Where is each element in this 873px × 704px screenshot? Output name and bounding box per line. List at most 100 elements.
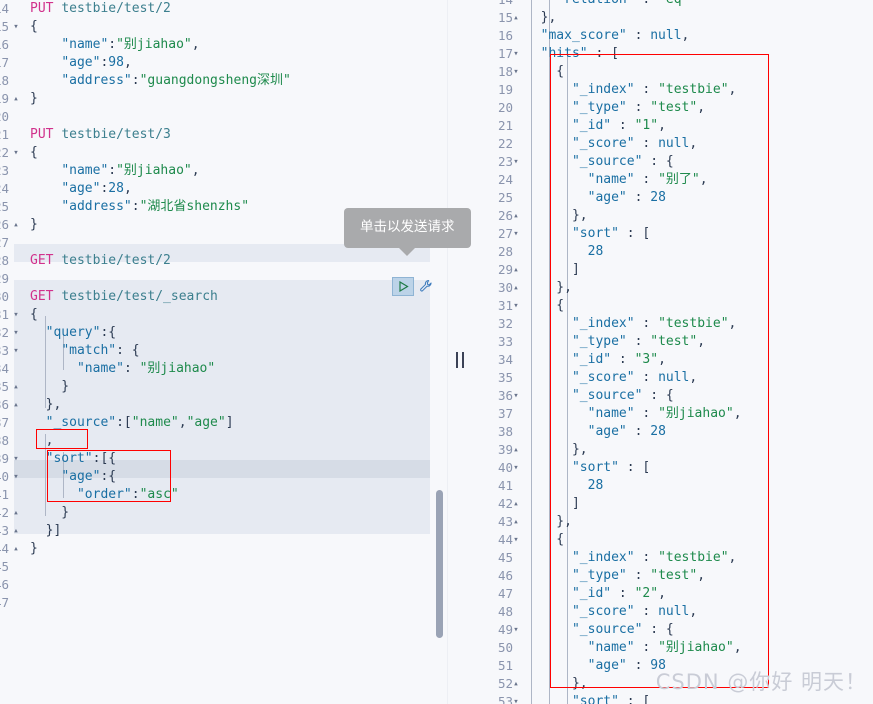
fold-toggle[interactable]: ▾	[10, 342, 22, 360]
send-request-button[interactable]	[392, 277, 414, 296]
fold-toggle[interactable]	[510, 135, 522, 153]
fold-toggle[interactable]	[10, 288, 22, 306]
fold-toggle[interactable]: ▴	[510, 207, 522, 225]
fold-column-left[interactable]: ▾ ▴ ▾ ▴ ▾ ▾ ▾ ▴ ▴ ▾ ▾ ▴ ▴ ▴	[10, 0, 22, 704]
request-actions[interactable]	[392, 277, 435, 296]
fold-toggle[interactable]	[510, 99, 522, 117]
fold-toggle[interactable]	[10, 558, 22, 576]
fold-toggle[interactable]: ▴	[510, 495, 522, 513]
request-code[interactable]: PUT testbie/test/2 { "name":"别jiahao", "a…	[30, 0, 447, 704]
fold-toggle[interactable]	[510, 333, 522, 351]
fold-toggle[interactable]: ▾	[10, 18, 22, 36]
request-editor-pane[interactable]: 1415161718192021222324252627282930313233…	[0, 0, 448, 704]
fold-toggle[interactable]	[10, 180, 22, 198]
fold-toggle[interactable]	[510, 423, 522, 441]
code-line: "sort" : [	[571, 694, 651, 704]
fold-toggle[interactable]	[510, 81, 522, 99]
fold-toggle[interactable]	[10, 234, 22, 252]
fold-toggle[interactable]: ▾	[510, 153, 522, 171]
code-line: GET testbie/test/2	[30, 253, 171, 268]
fold-toggle[interactable]: ▴	[510, 441, 522, 459]
code-line: "_source" : {	[571, 154, 674, 169]
fold-toggle[interactable]: ▴	[510, 9, 522, 27]
code-line: {	[525, 298, 565, 313]
fold-toggle[interactable]	[510, 171, 522, 189]
fold-toggle[interactable]	[510, 585, 522, 603]
fold-toggle[interactable]	[510, 405, 522, 423]
fold-toggle[interactable]: ▾	[510, 225, 522, 243]
fold-toggle[interactable]: ▾	[510, 63, 522, 81]
fold-toggle[interactable]: ▾	[510, 531, 522, 549]
fold-toggle[interactable]	[510, 315, 522, 333]
fold-toggle[interactable]	[10, 486, 22, 504]
fold-column-right[interactable]: ▴▾▾▾▴▾▴▴▾▾▴▾▴▴▾▾▴▾▴	[510, 0, 522, 704]
fold-toggle[interactable]: ▴	[10, 540, 22, 558]
pane-splitter[interactable]	[447, 0, 472, 704]
fold-toggle[interactable]	[510, 603, 522, 621]
fold-toggle[interactable]: ▾	[10, 468, 22, 486]
fold-toggle[interactable]: ▴	[10, 378, 22, 396]
fold-toggle[interactable]	[10, 198, 22, 216]
fold-toggle[interactable]	[510, 0, 522, 9]
fold-toggle[interactable]: ▴	[510, 279, 522, 297]
fold-toggle[interactable]	[10, 54, 22, 72]
fold-toggle[interactable]: ▴	[510, 675, 522, 693]
wrench-button[interactable]	[417, 278, 435, 296]
fold-toggle[interactable]	[510, 549, 522, 567]
fold-toggle[interactable]: ▾	[10, 324, 22, 342]
fold-toggle[interactable]: ▾	[10, 450, 22, 468]
response-pane[interactable]: 1415161718192021222324252627282930313233…	[470, 0, 873, 704]
fold-toggle[interactable]: ▾	[510, 297, 522, 315]
tooltip-tail	[399, 247, 416, 256]
fold-toggle[interactable]	[510, 351, 522, 369]
fold-toggle[interactable]	[10, 576, 22, 594]
fold-toggle[interactable]: ▴	[10, 396, 22, 414]
code-line: }]	[30, 523, 62, 538]
left-editor-scrollbar[interactable]	[436, 490, 443, 638]
code-line: "sort" : [	[571, 226, 651, 241]
fold-toggle[interactable]	[10, 36, 22, 54]
fold-toggle[interactable]	[10, 162, 22, 180]
fold-toggle[interactable]	[510, 189, 522, 207]
fold-toggle[interactable]	[10, 108, 22, 126]
fold-toggle[interactable]	[10, 432, 22, 450]
fold-toggle[interactable]: ▾	[510, 45, 522, 63]
fold-toggle[interactable]	[510, 639, 522, 657]
fold-toggle[interactable]	[510, 27, 522, 45]
fold-toggle[interactable]	[510, 369, 522, 387]
fold-toggle[interactable]: ▴	[10, 90, 22, 108]
fold-toggle[interactable]: ▴	[10, 522, 22, 540]
fold-toggle[interactable]	[10, 0, 22, 18]
code-line: "age":{	[61, 469, 117, 484]
fold-toggle[interactable]	[510, 477, 522, 495]
fold-toggle[interactable]	[10, 594, 22, 612]
fold-toggle[interactable]: ▴	[510, 261, 522, 279]
code-line: PUT testbie/test/2	[30, 1, 171, 16]
fold-toggle[interactable]	[10, 252, 22, 270]
fold-toggle[interactable]: ▾	[510, 621, 522, 639]
fold-toggle[interactable]: ▾	[10, 306, 22, 324]
fold-toggle[interactable]	[10, 414, 22, 432]
fold-toggle[interactable]	[510, 117, 522, 135]
code-line: "age" : 28	[587, 190, 666, 205]
fold-toggle[interactable]	[510, 567, 522, 585]
fold-toggle[interactable]	[10, 360, 22, 378]
fold-toggle[interactable]: ▴	[510, 513, 522, 531]
fold-toggle[interactable]: ▾	[510, 459, 522, 477]
fold-toggle[interactable]	[10, 270, 22, 288]
fold-toggle[interactable]	[510, 243, 522, 261]
fold-toggle[interactable]	[510, 657, 522, 675]
fold-toggle[interactable]	[10, 72, 22, 90]
code-line: ,	[30, 433, 54, 448]
fold-toggle[interactable]: ▾	[10, 144, 22, 162]
fold-toggle[interactable]: ▾	[510, 693, 522, 704]
fold-toggle[interactable]: ▴	[10, 216, 22, 234]
code-line: {	[30, 145, 38, 160]
fold-toggle[interactable]	[10, 126, 22, 144]
code-line: "name" : "别jiahao",	[587, 406, 742, 421]
fold-toggle[interactable]: ▾	[510, 387, 522, 405]
fold-toggle[interactable]: ▴	[10, 504, 22, 522]
splitter-handle[interactable]	[455, 352, 464, 368]
